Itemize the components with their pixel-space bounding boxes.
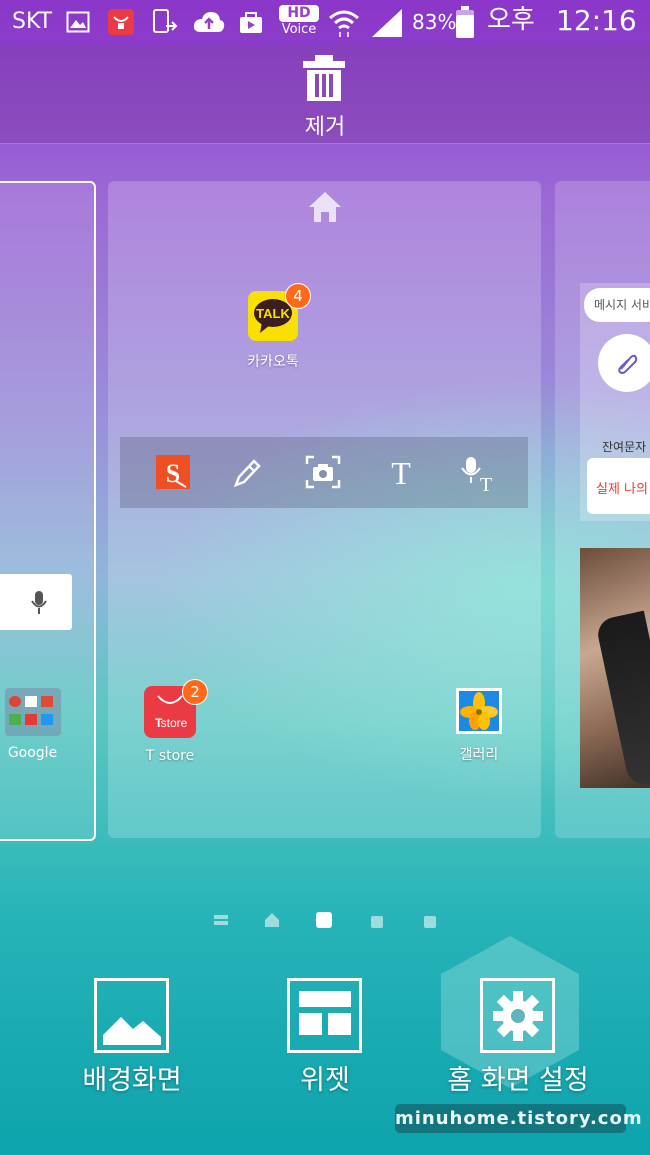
- default-home-icon[interactable]: [307, 190, 343, 224]
- svg-text:T: T: [155, 716, 163, 730]
- remove-label: 제거: [304, 115, 346, 140]
- google-folder[interactable]: [5, 688, 61, 736]
- wifi-icon: [329, 10, 359, 37]
- text-tool-icon[interactable]: T: [384, 455, 418, 489]
- page-indicator-dot-active[interactable]: [316, 912, 332, 928]
- gear-icon: [493, 991, 543, 1041]
- ampm-label: 오후: [487, 5, 535, 35]
- screen-capture-icon[interactable]: [305, 455, 341, 489]
- pen-icon[interactable]: [230, 455, 264, 489]
- text-tool-icon-text: T: [391, 455, 411, 489]
- remaining-sms-label: 잔여문자: [602, 440, 647, 454]
- hd-voice-indicator: HD Voice: [279, 5, 319, 38]
- watermark-text: minuhome.tistory.com: [395, 1104, 642, 1133]
- app-label: 갤러리: [459, 747, 499, 763]
- signal-strength-icon: [372, 9, 402, 37]
- battery-icon: [456, 6, 474, 38]
- landscape-icon: [103, 1017, 161, 1045]
- s-note-icon[interactable]: S: [156, 455, 190, 489]
- notification-badge: 4: [285, 283, 311, 309]
- gallery-icon: [456, 688, 502, 734]
- widgets-icon: [287, 978, 362, 1053]
- home-page-left-panel[interactable]: [0, 181, 96, 841]
- microphone-icon[interactable]: [30, 590, 48, 616]
- phone-transfer-icon: [153, 9, 178, 33]
- gmail-mini-icon: [25, 696, 37, 707]
- app-label: 카카오톡: [247, 354, 299, 370]
- message-card[interactable]: 실제 나의: [587, 458, 650, 514]
- home-settings-label: 홈 화면 설정: [447, 1065, 589, 1096]
- chrome-mini-icon: [9, 696, 21, 707]
- google-search-bar[interactable]: [0, 574, 72, 630]
- message-card-text: 실제 나의: [596, 482, 648, 497]
- shopping-bag-icon: [240, 12, 262, 33]
- message-widget-input[interactable]: 메시지 서비: [584, 288, 650, 322]
- s-note-icon-text: S: [166, 459, 180, 488]
- app-gallery[interactable]: 갤러리: [429, 688, 529, 764]
- attach-button[interactable]: [598, 334, 650, 392]
- carrier-label: SKT: [12, 9, 53, 34]
- wallpaper-label: 배경화면: [82, 1065, 182, 1096]
- page-indicator-dot[interactable]: [424, 916, 436, 928]
- page-indicator-home-icon[interactable]: [264, 912, 280, 928]
- cloud-upload-icon: [193, 12, 225, 32]
- voice-to-text-icon-text: T: [480, 474, 492, 493]
- notification-badge: 2: [182, 679, 208, 705]
- paperclip-icon: [618, 354, 638, 374]
- maps-mini-icon: [9, 714, 21, 725]
- widgets-label: 위젯: [300, 1065, 350, 1096]
- remove-drop-zone[interactable]: 제거: [0, 45, 650, 144]
- status-bar: SKT HD Voice 83% 오후 12:16: [0, 0, 650, 45]
- wallpaper-icon: [94, 978, 169, 1053]
- image-notification-icon: [66, 11, 90, 33]
- voice-to-text-icon[interactable]: T: [460, 455, 496, 493]
- pen-shortcut-toolbar: S T T: [120, 437, 528, 508]
- settings-gear-icon: [480, 978, 555, 1053]
- google-plus-mini-icon: [41, 696, 53, 707]
- youtube-mini-icon: [25, 714, 37, 725]
- kakaotalk-icon-text: TALK: [256, 306, 290, 321]
- tstore-notification-icon: [108, 9, 134, 35]
- page-indicator-dot[interactable]: [371, 916, 383, 928]
- hd-label: HD: [279, 5, 319, 22]
- page-indicator-list-icon[interactable]: [213, 912, 229, 928]
- clock-time: 12:16: [556, 4, 637, 37]
- play-store-mini-icon: [41, 714, 53, 725]
- battery-percent: 83%: [412, 10, 457, 34]
- google-folder-label: Google: [7, 745, 58, 761]
- app-label: T store: [145, 748, 195, 764]
- trash-icon: [303, 55, 345, 101]
- tstore-icon-text: store: [161, 716, 188, 730]
- voice-label: Voice: [281, 22, 317, 37]
